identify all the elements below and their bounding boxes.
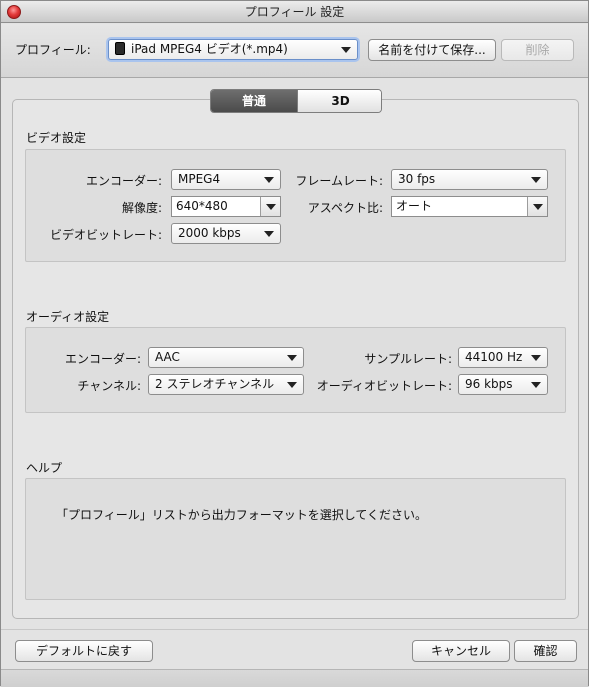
audio-section-title: オーディオ設定 (26, 310, 110, 324)
samplerate-select[interactable]: 44100 Hz (458, 347, 548, 368)
audio-bitrate-value: 96 kbps (465, 377, 513, 391)
chevron-down-icon (531, 355, 541, 361)
samplerate-label: サンプルレート: (364, 352, 452, 366)
video-encoder-label: エンコーダー: (85, 174, 162, 188)
profile-toolbar: プロフィール: iPad MPEG4 ビデオ(*.mp4) 名前を付けて保存..… (1, 24, 588, 78)
video-section-title: ビデオ設定 (26, 131, 87, 145)
chevron-down-icon (533, 204, 543, 210)
close-window-button[interactable] (7, 5, 21, 19)
window-title: プロフィール 設定 (244, 5, 345, 19)
aspect-combo[interactable]: オート (391, 196, 548, 217)
delete-button[interactable]: 削除 (501, 39, 574, 61)
chevron-down-icon (266, 204, 276, 210)
window-bottom-bar (1, 669, 588, 687)
video-bitrate-select[interactable]: 2000 kbps (171, 223, 281, 244)
framerate-value: 30 fps (398, 172, 436, 186)
resolution-value: 640*480 (176, 199, 228, 213)
resolution-combo[interactable]: 640*480 (171, 196, 281, 217)
title-bar: プロフィール 設定 (1, 1, 588, 23)
samplerate-value: 44100 Hz (465, 350, 523, 364)
video-encoder-value: MPEG4 (178, 172, 221, 186)
framerate-label: フレームレート: (295, 174, 383, 188)
cancel-button[interactable]: キャンセル (412, 640, 510, 662)
profile-select[interactable]: iPad MPEG4 ビデオ(*.mp4) (108, 39, 358, 60)
save-as-button[interactable]: 名前を付けて保存... (368, 39, 496, 61)
footer-divider (1, 629, 588, 630)
aspect-value: オート (396, 199, 433, 213)
audio-bitrate-label: オーディオビットレート: (316, 379, 452, 393)
profile-select-value: iPad MPEG4 ビデオ(*.mp4) (131, 42, 288, 56)
chevron-down-icon (531, 177, 541, 183)
reset-defaults-button[interactable]: デフォルトに戻す (15, 640, 153, 662)
audio-bitrate-select[interactable]: 96 kbps (458, 374, 548, 395)
video-encoder-select[interactable]: MPEG4 (171, 169, 281, 190)
aspect-dropdown-button[interactable] (527, 197, 547, 216)
resolution-label: 解像度: (121, 201, 162, 215)
video-bitrate-label: ビデオビットレート: (49, 228, 162, 242)
help-box (25, 478, 566, 600)
tab-normal[interactable]: 普通 (211, 90, 297, 112)
chevron-down-icon (341, 47, 351, 53)
channel-select[interactable]: 2 ステレオチャンネル (148, 374, 304, 395)
framerate-select[interactable]: 30 fps (391, 169, 548, 190)
audio-encoder-value: AAC (155, 350, 180, 364)
mode-tabs: 普通 3D (210, 89, 382, 113)
chevron-down-icon (287, 355, 297, 361)
chevron-down-icon (264, 177, 274, 183)
profile-settings-window: プロフィール 設定 プロフィール: iPad MPEG4 ビデオ(*.mp4) … (0, 0, 589, 687)
ipad-icon (115, 42, 125, 55)
tab-3d[interactable]: 3D (297, 90, 381, 112)
profile-label: プロフィール: (15, 43, 91, 57)
channel-label: チャンネル: (77, 379, 141, 393)
aspect-label: アスペクト比: (307, 201, 383, 215)
help-text: 「プロフィール」リストから出力フォーマットを選択してください。 (56, 508, 428, 522)
chevron-down-icon (287, 382, 297, 388)
audio-settings-group (25, 327, 566, 413)
video-bitrate-value: 2000 kbps (178, 226, 241, 240)
ok-button[interactable]: 確認 (514, 640, 577, 662)
resolution-dropdown-button[interactable] (260, 197, 280, 216)
audio-encoder-select[interactable]: AAC (148, 347, 304, 368)
audio-encoder-label: エンコーダー: (64, 352, 141, 366)
chevron-down-icon (531, 382, 541, 388)
channel-value: 2 ステレオチャンネル (155, 377, 275, 391)
chevron-down-icon (264, 231, 274, 237)
help-section-title: ヘルプ (26, 461, 63, 475)
